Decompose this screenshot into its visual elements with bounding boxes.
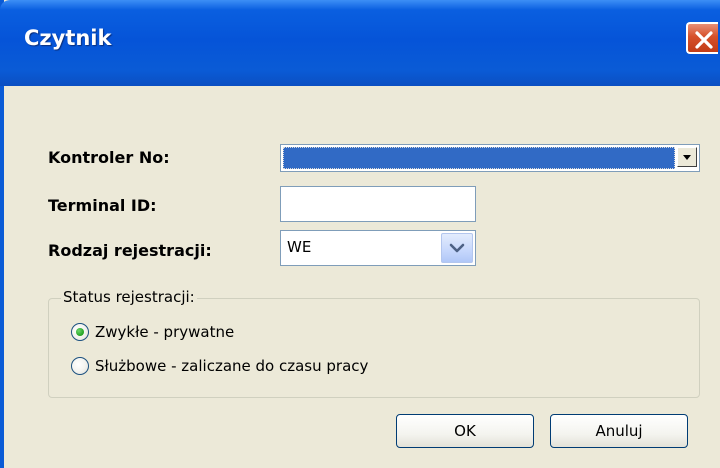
dialog-content: Kontroler No: Terminal ID: Rodzaj rejest…: [8, 86, 720, 468]
ok-button[interactable]: OK: [396, 414, 534, 448]
status-option-business-label[interactable]: Służbowe - zaliczane do czasu pracy: [95, 357, 368, 375]
status-option-private-label[interactable]: Zwykłe - prywatne: [95, 323, 234, 341]
controller-label: Kontroler No:: [48, 148, 170, 167]
close-button[interactable]: [686, 22, 718, 54]
registration-status-group: Status rejestracji: Zwykłe - prywatne Sł…: [48, 288, 700, 398]
controller-dropdown-button[interactable]: [677, 147, 697, 167]
registration-type-select[interactable]: WE: [280, 230, 476, 266]
registration-status-legend: Status rejestracji:: [61, 288, 197, 306]
title-bar[interactable]: Czytnik: [0, 0, 720, 86]
controller-selected-value: [283, 147, 675, 169]
radio-dot: [76, 328, 84, 336]
registration-type-label: Rodzaj rejestracji:: [48, 241, 212, 260]
terminal-id-field[interactable]: [280, 186, 476, 222]
window-title: Czytnik: [24, 26, 112, 50]
controller-combobox[interactable]: [280, 144, 700, 172]
dialog-window: Czytnik Kontroler No: Terminal ID: Rodza…: [0, 0, 720, 468]
chevron-down-icon: [683, 155, 691, 160]
cancel-button[interactable]: Anuluj: [550, 414, 688, 448]
terminal-id-label: Terminal ID:: [48, 196, 157, 215]
close-icon: [695, 31, 713, 49]
chevron-down-icon: [449, 243, 465, 253]
registration-type-dropdown-button[interactable]: [441, 233, 473, 263]
radio-selected-icon[interactable]: [71, 323, 89, 341]
radio-empty-icon[interactable]: [71, 357, 89, 375]
registration-type-value: WE: [287, 238, 312, 256]
